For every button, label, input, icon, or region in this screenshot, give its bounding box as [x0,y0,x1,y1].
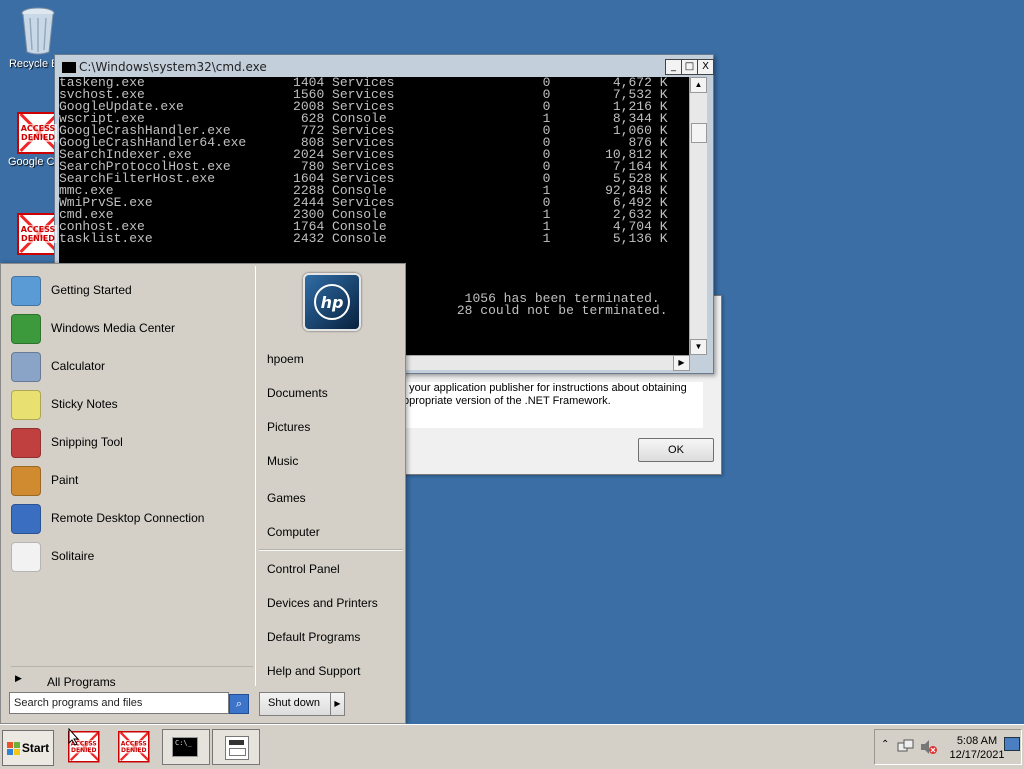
divider [259,549,403,551]
start-program-label: Paint [51,473,79,487]
search-input[interactable]: Search programs and files [9,692,229,714]
start-button[interactable]: Start [2,730,54,766]
paint-icon [11,466,41,496]
snipping-tool-icon [11,428,41,458]
dialog-message-line: t your application publisher for instruc… [403,382,687,394]
recycle-bin-icon [21,7,55,55]
media-center-icon [11,314,41,344]
start-menu-programs-pane: ▶ All Programs Getting Started Windows Me… [3,266,256,689]
hp-logo-icon: hp [303,273,361,331]
clock-date: 12/17/2021 [949,749,1005,761]
maximize-button[interactable]: □ [681,59,698,75]
start-program-calculator[interactable]: Calculator [9,348,249,382]
scroll-thumb[interactable] [691,123,707,143]
ok-button[interactable]: OK [638,438,714,462]
start-devices-and-printers[interactable]: Devices and Printers [267,596,378,610]
cmd-icon: C:\_ [172,737,198,757]
clock-time: 5:08 AM [956,735,998,747]
show-hidden-icons-icon[interactable]: ⌃ [881,739,889,750]
volume-muted-icon[interactable] [919,738,937,756]
start-program-windows-media-center[interactable]: Windows Media Center [9,310,249,344]
minimize-button[interactable]: _ [665,59,682,75]
vertical-scrollbar[interactable]: ▲ ▼ [689,77,707,355]
cmd-title: C:\Windows\system32\cmd.exe [79,60,267,74]
remote-desktop-icon [11,504,41,534]
dialog-window-icon [225,736,249,760]
clock[interactable]: 5:08 AM 12/17/2021 [945,734,1009,762]
start-program-label: Windows Media Center [51,321,176,335]
start-program-label: Calculator [51,359,106,373]
taskbar-cmd[interactable]: C:\_ [162,729,210,765]
notification-area: ⌃ 5:08 AM 12/17/2021 [874,729,1022,765]
access-denied-icon: ACCESS DENIED [17,213,59,255]
start-program-paint[interactable]: Paint [9,462,249,496]
start-music[interactable]: Music [267,454,298,468]
start-program-label: Snipping Tool [51,435,123,449]
start-program-label: Solitaire [51,549,95,563]
start-menu: ▶ All Programs Getting Started Windows Me… [0,263,406,724]
cmd-window-icon [61,61,77,74]
start-program-solitaire[interactable]: Solitaire [9,538,249,572]
dialog-message: t your application publisher for instruc… [401,382,703,428]
cmd-titlebar[interactable]: C:\Windows\system32\cmd.exe _ □ X [59,58,714,75]
start-help-and-support[interactable]: Help and Support [267,664,360,678]
access-denied-icon: ACCESS DENIED [17,112,59,154]
network-icon[interactable] [897,738,915,756]
mouse-cursor-icon [68,728,80,746]
all-programs-label: All Programs [47,675,116,689]
start-program-label: Sticky Notes [51,397,118,411]
solitaire-icon [11,542,41,572]
dialog-message-line: ppropriate version of the .NET Framework… [403,395,611,407]
taskbar-script-dialog[interactable] [212,729,260,765]
shutdown-options-arrow-icon[interactable]: ▶ [330,693,344,715]
start-program-remote-desktop-connection[interactable]: Remote Desktop Connection [9,500,249,534]
access-denied-icon: ACCESS DENIED [118,731,150,763]
calculator-icon [11,352,41,382]
start-computer[interactable]: Computer [267,525,320,539]
scroll-down-arrow-icon[interactable]: ▼ [690,339,707,355]
start-program-label: Getting Started [51,283,132,297]
shutdown-label: Shut down [268,697,320,709]
console-line: tasklist.exe 2432 Console 1 5,136 K [59,231,668,246]
start-label: Start [21,741,50,755]
shutdown-button[interactable]: Shut down ▶ [259,692,345,716]
sticky-notes-icon [11,390,41,420]
start-default-programs[interactable]: Default Programs [267,630,360,644]
taskbar: Start ACCESS DENIED ACCESS DENIED C:\_ ⌃… [0,724,1024,769]
scroll-up-arrow-icon[interactable]: ▲ [690,77,707,93]
search-icon[interactable]: ⌕ [229,694,249,714]
start-user-hpoem[interactable]: hpoem [267,352,304,366]
show-desktop-icon[interactable] [1004,737,1020,751]
start-program-snipping-tool[interactable]: Snipping Tool [9,424,249,458]
getting-started-icon [11,276,41,306]
start-program-sticky-notes[interactable]: Sticky Notes [9,386,249,420]
all-programs-button[interactable]: ▶ All Programs [11,666,253,689]
triangle-right-icon: ▶ [15,673,22,683]
start-program-label: Remote Desktop Connection [51,511,205,525]
start-documents[interactable]: Documents [267,386,328,400]
taskbar-denied-app-2[interactable]: ACCESS DENIED [112,729,158,763]
start-pictures[interactable]: Pictures [267,420,310,434]
windows-flag-icon [6,741,20,755]
start-program-getting-started[interactable]: Getting Started [9,272,249,306]
close-button[interactable]: X [697,59,714,75]
scroll-right-arrow-icon[interactable]: ▶ [673,355,690,371]
start-games[interactable]: Games [267,491,306,505]
start-control-panel[interactable]: Control Panel [267,562,340,576]
